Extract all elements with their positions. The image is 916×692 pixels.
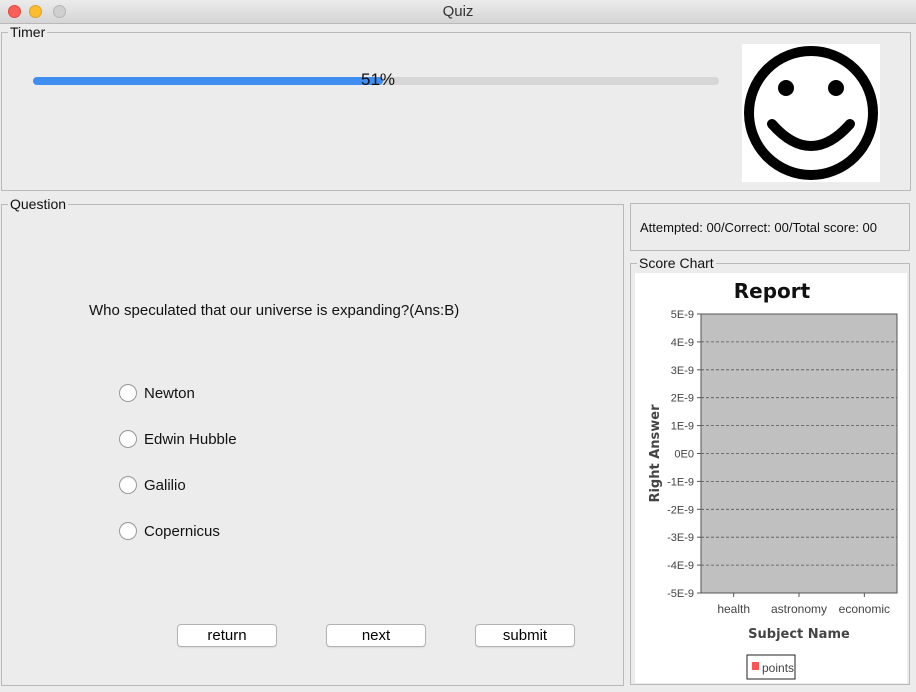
option-label: Edwin Hubble	[144, 430, 237, 448]
question-panel: Question	[1, 196, 624, 686]
option-radio[interactable]	[119, 522, 137, 540]
timer-progress-fill	[33, 77, 383, 85]
option-galilio[interactable]: Galilio	[119, 475, 186, 495]
smiley-face-icon	[742, 44, 880, 182]
next-button[interactable]: next	[326, 624, 426, 647]
chart-y-tick-label: 0E0	[674, 449, 694, 461]
option-radio[interactable]	[119, 384, 137, 402]
option-newton[interactable]: Newton	[119, 383, 195, 403]
chart-y-tick-label: 2E-9	[671, 393, 694, 405]
score-chart-legend: Score Chart	[637, 255, 716, 271]
chart-y-tick-label: -3E-9	[667, 532, 694, 544]
question-text: Who speculated that our universe is expa…	[89, 302, 460, 319]
chart-y-tick-label: 3E-9	[671, 365, 694, 377]
chart-y-tick-label: 4E-9	[671, 337, 694, 349]
window-title: Quiz	[442, 3, 474, 20]
chart-legend-swatch	[752, 662, 759, 670]
score-summary-text: Attempted: 00/Correct: 00/Total score: 0…	[640, 220, 878, 235]
chart-x-tick-label: astronomy	[771, 602, 827, 616]
chart-y-tick-label: -2E-9	[667, 504, 694, 516]
question-legend: Question	[8, 196, 69, 212]
option-label: Galilio	[144, 476, 186, 494]
window-title-bar: Quiz	[0, 0, 916, 24]
option-radio[interactable]	[119, 476, 137, 494]
chart-y-tick-label: -4E-9	[667, 560, 694, 572]
timer-legend: Timer	[8, 24, 48, 40]
option-edwin-hubble[interactable]: Edwin Hubble	[119, 429, 237, 449]
option-label: Copernicus	[144, 522, 220, 540]
chart-y-tick-label: 5E-9	[671, 309, 694, 321]
option-label: Newton	[144, 384, 195, 402]
chart-y-tick-label: -5E-9	[667, 588, 694, 600]
option-radio[interactable]	[119, 430, 137, 448]
chart-y-tick-label: -1E-9	[667, 476, 694, 488]
return-button[interactable]: return	[177, 624, 277, 647]
option-copernicus[interactable]: Copernicus	[119, 521, 220, 541]
report-chart: Report 5E-9 4E-9 3E-9 2E-9 1E-9 0E0 -1E-9 -2E-9 -…	[635, 273, 907, 683]
chart-y-tick-label: 1E-9	[671, 421, 694, 433]
submit-button[interactable]: submit	[475, 624, 575, 647]
chart-y-axis-label: Right Answer	[648, 404, 663, 503]
chart-x-tick-label: economic	[839, 602, 890, 616]
timer-progress-label: 51%	[360, 70, 396, 89]
chart-legend-label: points	[762, 661, 794, 675]
chart-title: Report	[734, 279, 811, 303]
chart-x-tick-label: health	[717, 602, 750, 616]
chart-x-axis-label: Subject Name	[748, 627, 850, 642]
